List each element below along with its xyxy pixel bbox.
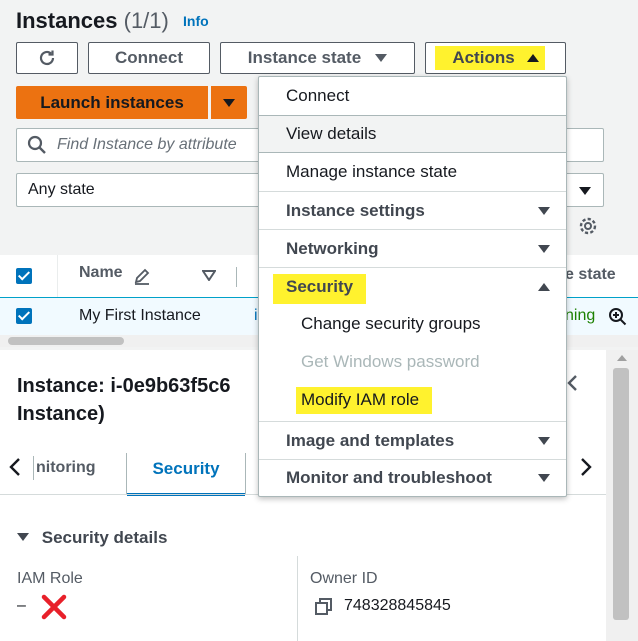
security-details-header[interactable]: Security details xyxy=(17,528,167,548)
menu-item-modify-iam-role[interactable]: Modify IAM role xyxy=(259,381,566,419)
caret-down-icon xyxy=(538,206,550,215)
vertical-scrollbar[interactable] xyxy=(606,350,638,641)
menu-item-connect[interactable]: Connect xyxy=(259,77,566,115)
menu-item-monitor-and-troubleshoot[interactable]: Monitor and troubleshoot xyxy=(259,459,566,496)
launch-instances-button[interactable]: Launch instances xyxy=(16,86,208,119)
menu-item-label: Change security groups xyxy=(301,314,481,333)
chevron-right-icon[interactable] xyxy=(579,457,593,477)
gear-icon[interactable] xyxy=(577,215,599,237)
caret-down-icon xyxy=(579,187,591,195)
column-divider xyxy=(57,255,58,297)
row-checkbox[interactable] xyxy=(16,308,32,324)
page-title: Instances (1/1) Info xyxy=(16,8,209,34)
launch-dropdown-button[interactable] xyxy=(211,86,247,119)
caret-down-icon xyxy=(17,533,29,541)
menu-item-label: Networking xyxy=(286,238,379,258)
refresh-button[interactable] xyxy=(16,42,78,74)
info-link[interactable]: Info xyxy=(183,13,209,29)
select-all-checkbox[interactable] xyxy=(16,268,32,284)
actions-menu: Connect View details Manage instance sta… xyxy=(258,76,567,497)
instance-details-title: Instance: i-0e9b63f5c6 Instance) xyxy=(17,372,230,428)
caret-down-icon xyxy=(538,244,550,253)
edit-icon xyxy=(134,268,150,285)
search-placeholder: Find Instance by attribute xyxy=(57,136,237,153)
menu-item-instance-settings[interactable]: Instance settings xyxy=(259,191,566,229)
caret-down-icon xyxy=(538,474,550,482)
menu-item-label: Monitor and troubleshoot xyxy=(286,468,492,487)
sort-caret-icon[interactable] xyxy=(202,270,216,281)
owner-id-label: Owner ID xyxy=(310,570,378,587)
chevron-left-icon[interactable] xyxy=(8,457,22,477)
menu-item-label: Image and templates xyxy=(286,430,455,450)
zoom-in-icon[interactable] xyxy=(608,307,628,327)
state-column-header[interactable]: e state xyxy=(565,266,616,284)
connect-button[interactable]: Connect xyxy=(88,42,210,74)
state-filter-value: Any state xyxy=(28,181,95,198)
scrollbar-thumb[interactable] xyxy=(613,368,629,620)
scrollbar-thumb[interactable] xyxy=(8,337,124,345)
menu-item-manage-instance-state[interactable]: Manage instance state xyxy=(259,153,566,191)
title-text: Instances xyxy=(16,8,118,33)
details-title-line2: Instance) xyxy=(17,403,105,425)
details-title-line1: Instance: i-0e9b63f5c6 xyxy=(17,375,231,397)
menu-item-label: Security xyxy=(286,276,354,296)
tab-divider xyxy=(33,456,34,480)
menu-item-networking[interactable]: Networking xyxy=(259,229,566,267)
iam-role-label: IAM Role xyxy=(17,570,83,587)
caret-down-icon xyxy=(375,54,388,62)
tab-security[interactable]: Security xyxy=(126,453,246,496)
menu-item-label: Modify IAM role xyxy=(301,390,420,409)
column-divider xyxy=(236,267,237,287)
instance-state-button[interactable]: Instance state xyxy=(220,42,415,74)
iam-role-value: – xyxy=(17,597,26,614)
caret-up-icon xyxy=(526,54,539,62)
menu-item-label: Instance settings xyxy=(286,200,425,220)
menu-item-image-and-templates[interactable]: Image and templates xyxy=(259,421,566,459)
search-icon xyxy=(27,135,46,154)
instance-state-cell: ning xyxy=(565,307,596,324)
instance-name-cell: My First Instance xyxy=(79,307,201,324)
column-divider xyxy=(297,556,298,641)
menu-item-change-security-groups[interactable]: Change security groups xyxy=(259,305,566,343)
instance-count: (1/1) xyxy=(123,8,169,33)
refresh-icon xyxy=(39,50,55,66)
menu-item-label: Manage instance state xyxy=(286,162,458,181)
menu-item-view-details[interactable]: View details xyxy=(259,115,566,153)
scroll-up-icon[interactable] xyxy=(616,354,628,362)
caret-down-icon xyxy=(538,436,550,445)
menu-item-label: Connect xyxy=(286,86,350,105)
menu-item-get-windows-password: Get Windows password xyxy=(259,343,566,381)
owner-id-value: 748328845845 xyxy=(344,597,451,614)
instance-state-label: Instance state xyxy=(247,48,362,67)
menu-item-security[interactable]: Security xyxy=(259,267,566,305)
security-details-title: Security details xyxy=(41,528,168,547)
copy-icon[interactable] xyxy=(315,598,333,616)
actions-label: Actions xyxy=(452,48,515,67)
actions-button[interactable]: Actions xyxy=(425,42,566,74)
tab-monitoring[interactable]: nitoring xyxy=(36,459,96,477)
red-x-icon xyxy=(41,594,67,620)
close-panel-chevron-icon[interactable] xyxy=(565,374,579,392)
tab-security-label: Security xyxy=(152,459,220,478)
name-column-header[interactable]: Name xyxy=(79,264,123,282)
caret-down-icon xyxy=(223,98,235,107)
menu-item-label: Get Windows password xyxy=(301,352,480,371)
menu-item-label: View details xyxy=(286,124,377,143)
caret-up-icon xyxy=(538,282,550,291)
